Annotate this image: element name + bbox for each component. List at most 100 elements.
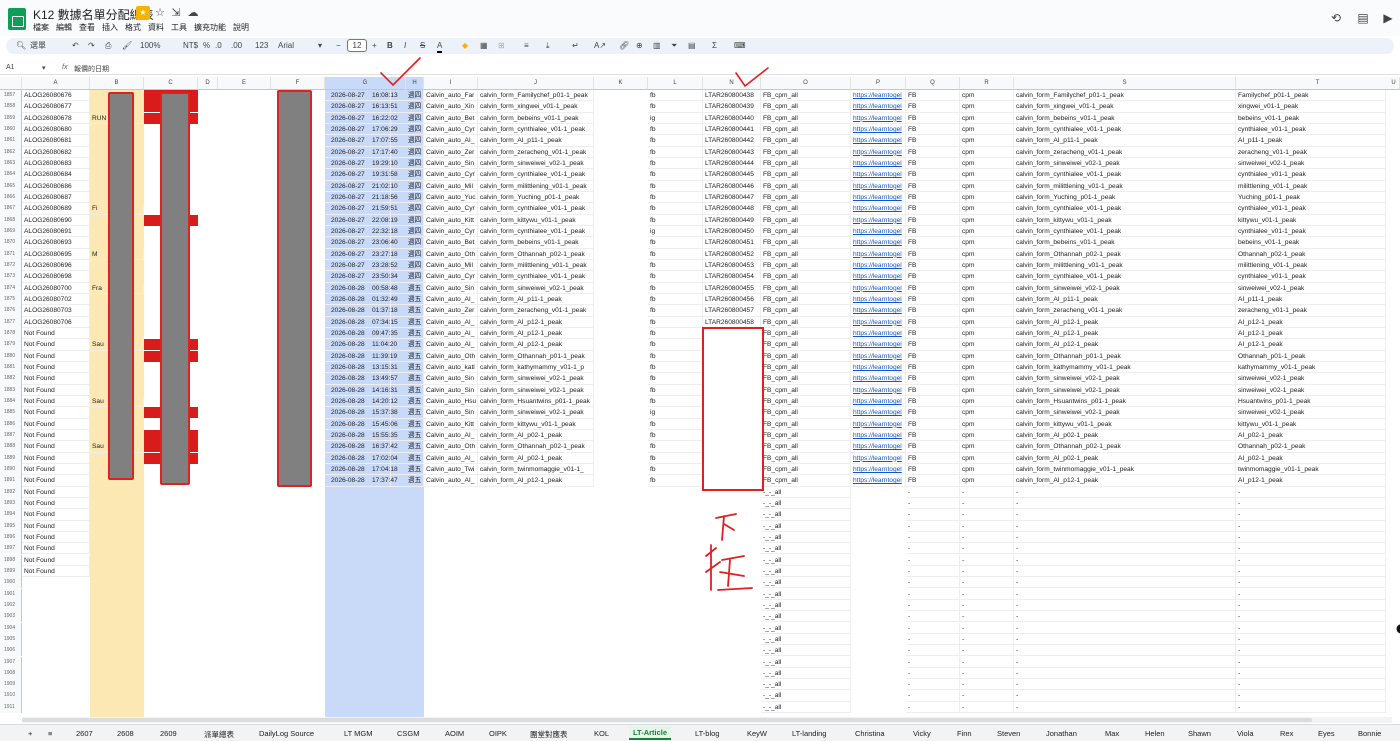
history-icon[interactable]: ⟲ (1328, 10, 1344, 26)
column-header-d[interactable]: D (198, 77, 218, 90)
move-icon[interactable]: ⇲ (169, 6, 183, 20)
filter-views-icon[interactable]: ▤ (688, 41, 696, 51)
menu-tools[interactable]: 工具 (171, 23, 187, 32)
tab-4[interactable]: 2609 (160, 729, 177, 738)
cell-p[interactable]: https://learntogel (851, 225, 906, 238)
select-all-corner[interactable] (0, 77, 22, 90)
insert-comment-icon[interactable]: ⊕ (636, 41, 643, 51)
column-header-o[interactable]: O (761, 77, 851, 90)
cell-p[interactable]: https://learntogel (851, 395, 906, 408)
cell-p[interactable]: https://learntogel (851, 293, 906, 306)
star-icon[interactable]: ☆ (153, 6, 167, 20)
tab-13[interactable]: LT-Article (629, 726, 672, 740)
font-size-input[interactable]: 12 (347, 39, 367, 52)
cell-p[interactable]: https://learntogel (851, 135, 906, 147)
tab-10[interactable]: OIPK (489, 729, 507, 738)
cell-p[interactable]: https://learntogel (851, 350, 906, 362)
column-header-c[interactable]: C (144, 77, 198, 90)
cell-p[interactable]: https://learntogel (851, 248, 906, 260)
font-size-decrease-button[interactable]: − (336, 41, 341, 51)
undo-icon[interactable]: ↶ (72, 41, 79, 51)
cell-p[interactable]: https://learntogel (851, 463, 906, 476)
tab-20[interactable]: Steven (997, 729, 1020, 738)
cell-p[interactable]: https://learntogel (851, 475, 906, 487)
menu-view[interactable]: 查看 (79, 23, 95, 32)
menu-insert[interactable]: 插入 (102, 23, 118, 32)
fill-color-icon[interactable]: ◆ (462, 41, 468, 51)
insert-chart-icon[interactable]: ▥ (653, 41, 661, 51)
cell-p[interactable]: https://learntogel (851, 339, 906, 351)
column-header-a[interactable]: A (22, 77, 90, 90)
text-color-button[interactable]: A (437, 41, 443, 53)
menu-format[interactable]: 格式 (125, 23, 141, 32)
cell-p[interactable]: https://learntogel (851, 146, 906, 158)
menu-file[interactable]: 檔案 (33, 23, 49, 32)
menu-edit[interactable]: 編輯 (56, 23, 72, 32)
sheets-logo-icon[interactable] (8, 8, 26, 30)
column-header-n[interactable]: N (703, 77, 761, 90)
merge-cells-icon[interactable]: ⊞ (498, 41, 505, 51)
cell-p[interactable]: https://learntogel (851, 203, 906, 215)
tab-22[interactable]: Max (1105, 729, 1119, 738)
italic-button[interactable]: I (404, 41, 406, 51)
cell-p[interactable]: https://learntogel (851, 157, 906, 170)
comment-icon[interactable]: ▤ (1355, 10, 1371, 26)
bold-button[interactable]: B (387, 41, 393, 51)
column-header-i[interactable]: I (424, 77, 478, 90)
cell-p[interactable]: https://learntogel (851, 384, 906, 396)
text-rotate-icon[interactable]: A↗ (594, 41, 606, 51)
column-header-r[interactable]: R (960, 77, 1014, 90)
chevron-down-icon[interactable]: ▾ (318, 41, 322, 51)
name-box[interactable]: A1 (6, 64, 15, 71)
spreadsheet-grid[interactable]: A B C D E F G H I J K L N O P Q R S T U 1857 ALOG26080676 2026… (0, 77, 1400, 717)
cell-p[interactable]: https://learntogel (851, 191, 906, 204)
cell-p[interactable]: https://learntogel (851, 123, 906, 136)
print-icon[interactable]: ⎙ (105, 41, 111, 51)
column-header-b[interactable]: B (90, 77, 144, 90)
cell-p[interactable]: https://learntogel (851, 441, 906, 453)
strikethrough-button[interactable]: S (420, 41, 425, 51)
tab-25[interactable]: Viola (1237, 729, 1254, 738)
cell-p[interactable]: https://learntogel (851, 101, 906, 113)
functions-icon[interactable]: Σ (712, 41, 717, 51)
menu-extensions[interactable]: 擴充功能 (194, 23, 226, 32)
cloud-status-icon[interactable]: ☁ (186, 6, 200, 20)
column-header-e[interactable]: E (218, 77, 271, 90)
cell-p[interactable]: https://learntogel (851, 214, 906, 226)
tab-21[interactable]: Jonathan (1046, 729, 1077, 738)
menu-data[interactable]: 資料 (148, 23, 164, 32)
tab-2[interactable]: 2607 (76, 729, 93, 738)
tab-6[interactable]: DailyLog Source (259, 729, 314, 738)
tab-26[interactable]: Rex (1280, 729, 1293, 738)
align-vertical-icon[interactable]: ⤓ (546, 41, 550, 51)
tab-19[interactable]: Finn (957, 729, 972, 738)
decrease-decimal-button[interactable]: .0 (215, 41, 222, 51)
cell-p[interactable]: https://learntogel (851, 429, 906, 442)
cell-p[interactable]: https://learntogel (851, 282, 906, 294)
tab-7[interactable]: LT MGM (344, 729, 372, 738)
redo-icon[interactable]: ↷ (88, 41, 95, 51)
cell-p[interactable]: https://learntogel (851, 112, 906, 124)
formula-input[interactable]: 報價的日期 (74, 64, 109, 74)
column-header-f[interactable]: F (271, 77, 325, 90)
tab-23[interactable]: Helen (1145, 729, 1165, 738)
cell-p[interactable]: https://learntogel (851, 90, 906, 102)
column-header-p[interactable]: P (851, 77, 906, 90)
filter-icon[interactable]: ⏷ (671, 41, 677, 51)
column-header-l[interactable]: L (648, 77, 703, 90)
input-tools-icon[interactable]: ⌨ (734, 41, 746, 51)
video-meet-icon[interactable]: ▶ (1380, 10, 1396, 26)
tab-28[interactable]: Bonnie (1358, 729, 1381, 738)
column-header-u[interactable]: U (1388, 77, 1400, 90)
horizontal-scrollbar[interactable] (22, 717, 1392, 723)
tab-9[interactable]: AOIM (445, 729, 464, 738)
tab-24[interactable]: Shawn (1188, 729, 1211, 738)
cell-p[interactable]: https://learntogel (851, 452, 906, 464)
font-select[interactable]: Arial (278, 41, 294, 51)
currency-format-button[interactable]: NT$ (183, 41, 198, 51)
cell-p[interactable]: https://learntogel (851, 169, 906, 181)
cell-p[interactable]: https://learntogel (851, 418, 906, 430)
name-box-dropdown-icon[interactable]: ▾ (42, 64, 46, 72)
cell-p[interactable]: https://learntogel (851, 180, 906, 192)
tab-8[interactable]: CSGM (397, 729, 420, 738)
